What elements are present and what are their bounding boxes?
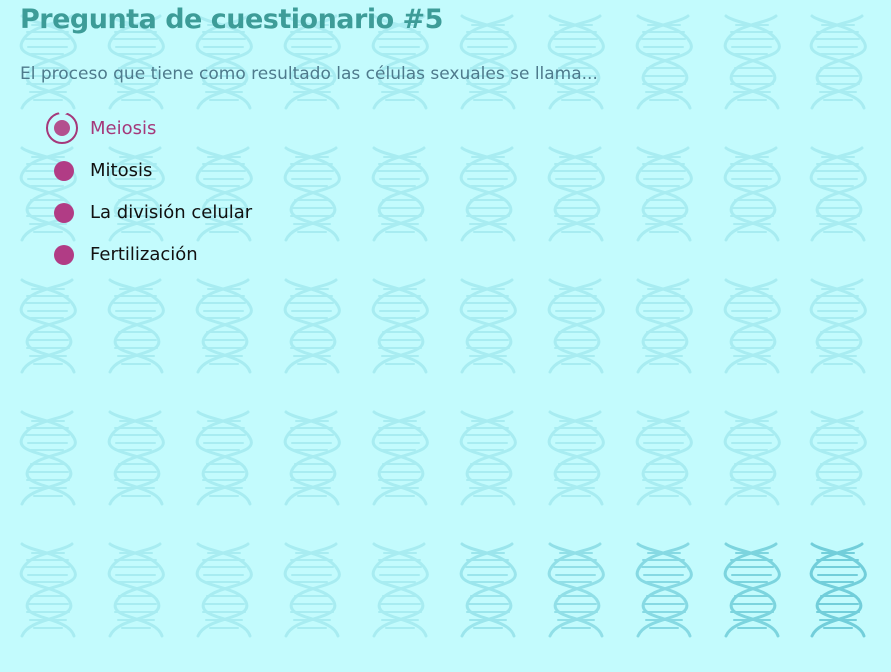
option-meiosis[interactable]: Meiosis <box>46 112 366 154</box>
option-label: La división celular <box>90 202 253 223</box>
option-label: Mitosis <box>90 160 153 181</box>
radio-selected-icon[interactable] <box>46 112 78 144</box>
option-cell-division[interactable]: La división celular <box>46 196 366 238</box>
question-text: El proceso que tiene como resultado las … <box>20 64 598 84</box>
option-label: Fertilización <box>90 244 198 265</box>
option-fertilization[interactable]: Fertilización <box>46 238 366 280</box>
radio-icon[interactable] <box>54 161 74 181</box>
quiz-container: Pregunta de cuestionario #5 El proceso q… <box>0 0 891 672</box>
option-label: Meiosis <box>90 118 157 139</box>
radio-icon[interactable] <box>54 203 74 223</box>
option-mitosis[interactable]: Mitosis <box>46 154 366 196</box>
radio-icon[interactable] <box>54 245 74 265</box>
quiz-title: Pregunta de cuestionario #5 <box>20 4 443 35</box>
answer-options: Meiosis Mitosis La división celular Fert… <box>46 112 366 280</box>
